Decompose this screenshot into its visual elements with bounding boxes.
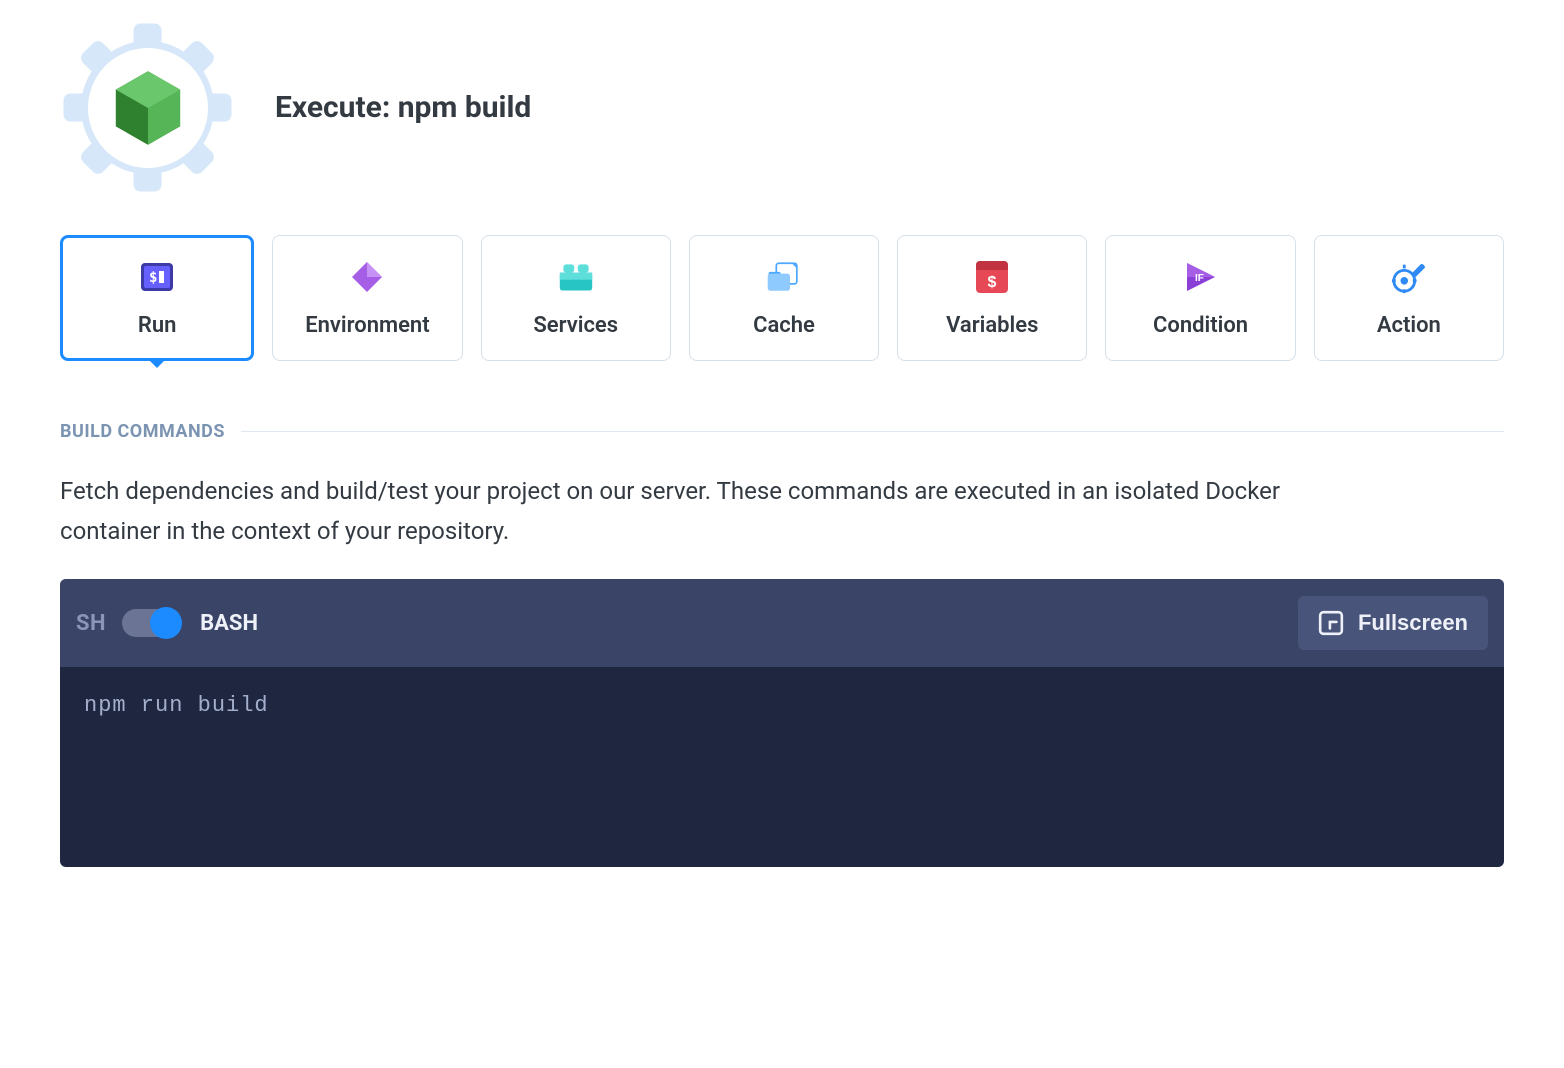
section-description: Fetch dependencies and build/test your p… [60, 472, 1290, 551]
page-title: Execute: npm build [275, 90, 531, 125]
svg-text:IF: IF [1195, 273, 1204, 284]
svg-text:$: $ [149, 270, 157, 286]
tab-cache[interactable]: Cache [689, 235, 879, 361]
diamond-icon [349, 259, 385, 295]
folders-icon [766, 259, 802, 295]
tab-label: Variables [946, 313, 1038, 338]
section-header: BUILD COMMANDS [60, 421, 1504, 442]
editor-body[interactable]: npm run build [60, 667, 1504, 867]
fullscreen-icon [1318, 610, 1344, 636]
fullscreen-button[interactable]: Fullscreen [1298, 596, 1488, 650]
editor-content: npm run build [84, 693, 269, 718]
dollar-window-icon: $ [974, 259, 1010, 295]
blocks-icon [558, 259, 594, 295]
shell-sh-label: SH [76, 611, 106, 636]
tab-services[interactable]: Services [481, 235, 671, 361]
tab-bar: $ Run Environment Services [60, 235, 1504, 361]
editor-toolbar: SH BASH Fullscreen [60, 579, 1504, 667]
svg-text:$: $ [988, 274, 997, 291]
tab-label: Cache [753, 313, 815, 338]
terminal-icon: $ [139, 259, 175, 295]
shell-toggle[interactable] [122, 609, 180, 637]
divider [241, 431, 1504, 432]
tab-variables[interactable]: $ Variables [897, 235, 1087, 361]
tab-label: Action [1377, 313, 1441, 338]
tab-label: Run [138, 313, 177, 338]
tab-environment[interactable]: Environment [272, 235, 462, 361]
shell-bash-label: BASH [200, 611, 258, 636]
section-label: BUILD COMMANDS [60, 421, 225, 442]
action-badge [60, 20, 235, 195]
tab-label: Condition [1153, 313, 1248, 338]
cog-wrench-icon [1391, 259, 1427, 295]
page-header: Execute: npm build [60, 20, 1504, 195]
fullscreen-label: Fullscreen [1358, 610, 1468, 636]
tab-label: Services [533, 313, 618, 338]
tab-label: Environment [305, 313, 429, 338]
code-editor: SH BASH Fullscreen npm run build [60, 579, 1504, 867]
tab-run[interactable]: $ Run [60, 235, 254, 361]
toggle-knob [150, 607, 182, 639]
tab-condition[interactable]: IF Condition [1105, 235, 1295, 361]
tab-action[interactable]: Action [1314, 235, 1504, 361]
node-hexagon-icon [113, 69, 183, 147]
play-if-icon: IF [1183, 259, 1219, 295]
